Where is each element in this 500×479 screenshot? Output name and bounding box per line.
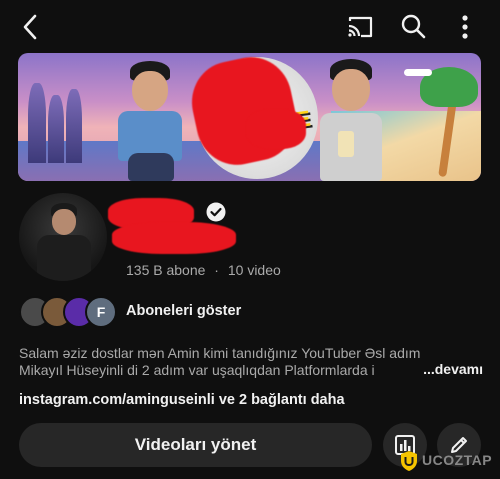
banner-tower: [66, 89, 82, 163]
banner-person-right-face: [332, 69, 370, 111]
check-circle-icon: [206, 202, 226, 222]
search-icon: [401, 14, 426, 39]
meta-separator: ·: [214, 262, 219, 278]
banner-person-left-face: [132, 71, 168, 111]
back-button[interactable]: [16, 12, 44, 42]
description-more-link[interactable]: ...devamı: [403, 361, 483, 377]
verified-badge: [206, 202, 226, 227]
cast-button[interactable]: [344, 12, 376, 42]
show-subscribers-link[interactable]: Aboneleri göster: [126, 303, 241, 319]
subscriber-avatar-initial: F: [96, 304, 106, 320]
banner-plane: [404, 69, 432, 76]
more-button[interactable]: [455, 12, 475, 42]
cast-icon: [348, 16, 373, 38]
watermark-text: UCOZTAP: [422, 452, 493, 468]
banner-person-left-legs: [128, 153, 174, 181]
manage-videos-button[interactable]: Videoları yönet: [19, 423, 372, 467]
channel-avatar[interactable]: [19, 193, 107, 281]
channel-links[interactable]: instagram.com/aminguseinli ve 2 bağlantı…: [19, 392, 345, 408]
description-line-1: Salam əziz dostlar mən Amin kimi tanıdığ…: [19, 345, 421, 361]
banner-phone: [338, 131, 354, 157]
banner-tower: [28, 83, 46, 163]
search-button[interactable]: [398, 11, 428, 41]
video-count: 10 video: [227, 262, 281, 278]
banner-tower: [48, 95, 64, 163]
watermark-logo: [400, 450, 418, 477]
banner-redaction: [246, 109, 306, 149]
manage-videos-label: Videoları yönet: [134, 435, 257, 454]
channel-banner[interactable]: YOUTUBE: [18, 53, 481, 181]
subscriber-avatar-letter: F: [85, 296, 117, 328]
channel-meta: 135 B abone · 10 video: [126, 262, 281, 278]
avatar-body: [37, 235, 91, 281]
avatar-face: [52, 209, 76, 235]
shield-icon: [401, 451, 417, 471]
subscriber-count: 135 B abone: [126, 262, 206, 278]
chevron-left-icon: [23, 14, 37, 40]
more-vertical-icon: [462, 15, 468, 39]
